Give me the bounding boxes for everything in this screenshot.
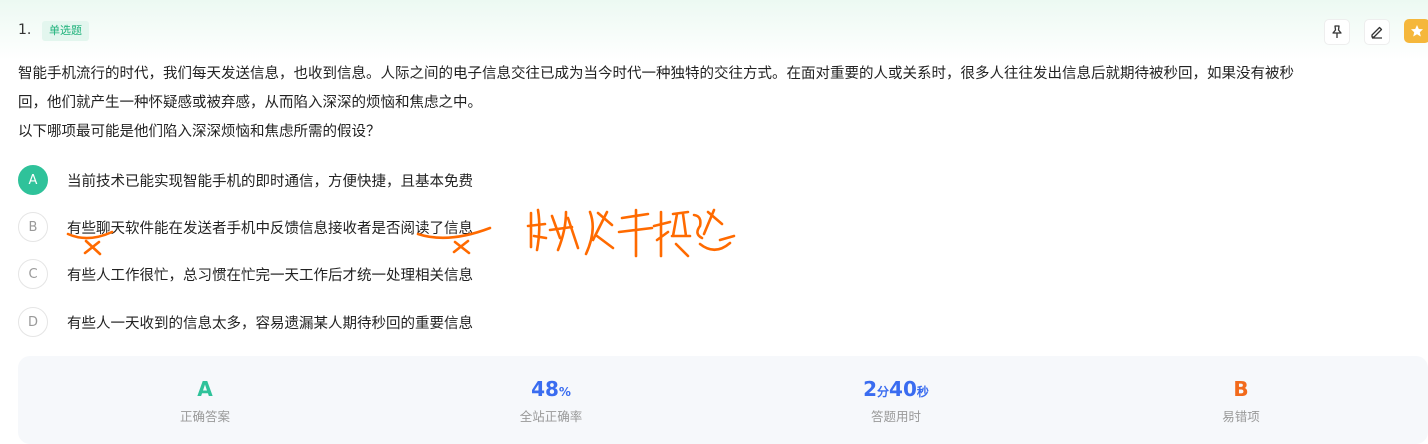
stat-accuracy: 48% 全站正确率 xyxy=(451,376,651,425)
time-minutes-unit: 分 xyxy=(877,385,890,399)
time-used-value-wrap: 2分40秒 xyxy=(796,376,996,402)
correct-answer-label: 正确答案 xyxy=(179,409,230,424)
accuracy-value-wrap: 48% xyxy=(451,376,651,402)
stat-time-used: 2分40秒 答题用时 xyxy=(796,376,996,425)
time-minutes: 2 xyxy=(863,377,878,401)
accuracy-value: 48 xyxy=(531,377,559,401)
stat-common-wrong: B 易错项 xyxy=(1141,376,1341,425)
stat-correct-answer: A 正确答案 xyxy=(105,376,305,425)
correct-answer-value: A xyxy=(197,377,213,401)
time-seconds-unit: 秒 xyxy=(916,385,929,399)
time-used-label: 答题用时 xyxy=(870,409,921,424)
answer-statistics-panel: A 正确答案 48% 全站正确率 2分40秒 答题用时 B 易错项 xyxy=(18,356,1428,444)
accuracy-unit: % xyxy=(558,385,571,399)
common-wrong-label: 易错项 xyxy=(1222,409,1260,424)
time-seconds: 40 xyxy=(889,377,917,401)
accuracy-label: 全站正确率 xyxy=(519,409,583,424)
common-wrong-value: B xyxy=(1233,377,1249,401)
